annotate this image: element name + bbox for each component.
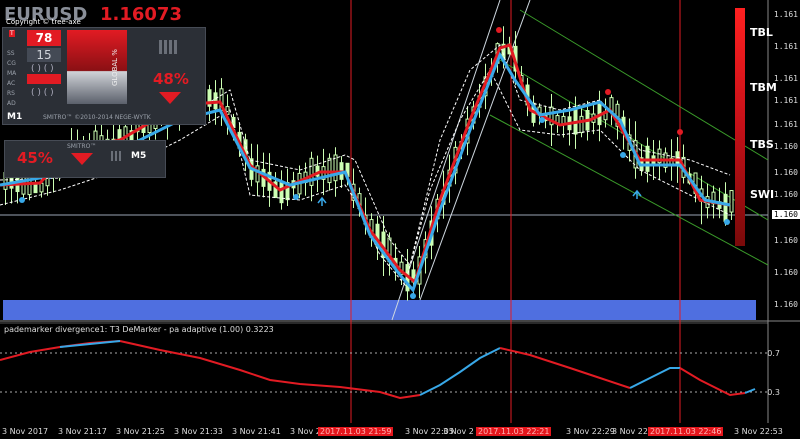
- side-label: MA: [7, 70, 17, 77]
- label-tbs: TBS: [750, 138, 774, 151]
- side-label: AC: [7, 80, 16, 87]
- indicator-level-07: 0.7: [767, 349, 780, 358]
- timeframe-main: M1: [7, 112, 23, 122]
- bracket-icon: ( ) ( ): [31, 88, 54, 98]
- global-label: GLOBAL %: [111, 49, 119, 86]
- label-tbl: TBL: [750, 26, 773, 39]
- indicator-level-03: 0.3: [767, 388, 780, 397]
- candle-body: [723, 193, 728, 222]
- price-tick: 1.160: [773, 168, 798, 177]
- time-label-highlight: 2017.11.03 21:59: [318, 427, 394, 436]
- timeframe-panel: 45% SMITRO™ M5: [4, 140, 166, 178]
- time-label: 3 Nov 21:49: [290, 427, 318, 436]
- side-label: AD: [7, 100, 16, 107]
- pct-right: 48%: [153, 70, 189, 88]
- price-tick: 1.160: [773, 236, 798, 245]
- copyright-text: Copyright © tree-axe: [6, 18, 81, 26]
- signal-panel: T SS CG MA AC RS AD 78 15 ( ) ( ) ( ) ( …: [2, 27, 206, 125]
- pct-left: 45%: [17, 149, 53, 167]
- time-label: 3 Nov 22:37: [612, 427, 648, 436]
- time-label: 3 Nov 2017: [2, 427, 49, 436]
- side-label: SS: [7, 50, 15, 57]
- price-tick: 1.161: [773, 120, 798, 129]
- price-tick: 1.160: [773, 142, 798, 151]
- candle-body: [729, 190, 734, 213]
- side-label: CG: [7, 60, 16, 67]
- price-tick: 1.160: [773, 300, 798, 309]
- time-label: 3 Nov 21:33: [174, 427, 223, 436]
- label-swi: SWI: [750, 188, 775, 201]
- small-label: SMITRO™: [67, 143, 97, 150]
- price-tick: 1.161: [773, 96, 798, 105]
- time-label: 3 Nov 21:25: [116, 427, 165, 436]
- candle-body: [327, 157, 332, 184]
- bracket-icon: ( ) ( ): [31, 64, 54, 74]
- credit-text: SMITRO™ ©2010-2014 NEGE-WYTK: [43, 114, 151, 121]
- candle-body: [579, 115, 584, 134]
- side-labels: T SS CG MA AC RS AD: [5, 30, 19, 107]
- time-label: 3 Nov 22:53: [734, 427, 783, 436]
- down-arrow-icon: [159, 92, 181, 104]
- label-tbm: TBM: [750, 81, 777, 94]
- price-tick: 1.161: [773, 74, 798, 83]
- candle-body: [39, 182, 44, 193]
- current-price-tag: 1.160: [771, 210, 800, 219]
- sub-count: 15: [27, 48, 61, 62]
- arrow-bar: [27, 74, 61, 84]
- grid-icon: [111, 151, 123, 161]
- time-label-highlight: 2017.11.03 22:21: [476, 427, 552, 436]
- chart-window: TBL TBM TBS SWI 1.161 1.161 1.161 1.161 …: [0, 0, 800, 439]
- time-label: 3 Nov 2: [443, 427, 474, 436]
- side-label: RS: [7, 90, 15, 97]
- time-label-highlight: 2017.11.03 22:46: [648, 427, 724, 436]
- blue-band: [3, 300, 756, 320]
- candle-body: [597, 100, 602, 126]
- count-box: 78: [27, 30, 61, 46]
- time-label: 3 Nov 22:29: [566, 427, 615, 436]
- grid-icon: [159, 40, 179, 54]
- price-tick: 1.160: [773, 190, 798, 199]
- time-label: 3 Nov 21:17: [58, 427, 107, 436]
- indicator-title: pademarker divergence1: T3 DeMarker - pa…: [4, 325, 274, 334]
- down-arrow-icon: [71, 153, 93, 165]
- price-tick: 1.160: [773, 268, 798, 277]
- current-price: 1.16073: [100, 4, 182, 25]
- candle-body: [279, 181, 284, 204]
- time-label: 3 Nov 21:41: [232, 427, 281, 436]
- price-tick: 1.161: [773, 42, 798, 51]
- side-label: T: [9, 30, 15, 37]
- timeframe-second: M5: [131, 151, 147, 161]
- price-tick: 1.161: [773, 10, 798, 19]
